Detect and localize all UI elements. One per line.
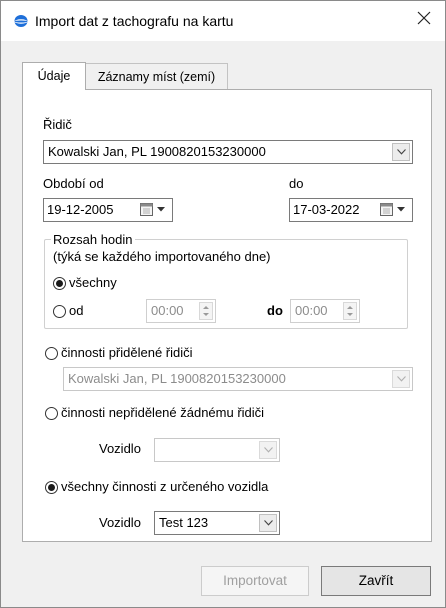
hours-from-value: 00:00 (151, 303, 184, 318)
hours-from-label: od (69, 303, 84, 318)
unassigned-vehicle-label: Vozidlo (99, 441, 141, 456)
vehicle-label: Vozidlo (99, 515, 141, 530)
assigned-activities-label: činnosti přidělené řidiči (61, 345, 193, 360)
app-icon (14, 14, 28, 31)
period-to-label: do (289, 176, 304, 191)
chevron-down-icon[interactable] (392, 143, 410, 161)
assigned-driver-select[interactable]: Kowalski Jan, PL 1900820153230000 (63, 367, 413, 391)
close-button-label: Zavřít (358, 573, 394, 588)
hours-to-spinner[interactable]: 00:00 (290, 299, 360, 323)
tab-places[interactable]: Záznamy míst (zemí) (86, 63, 228, 89)
window-title: Import dat z tachografu na kartu (35, 13, 234, 29)
tab-panel-data: Řidič Kowalski Jan, PL 1900820153230000 … (22, 89, 432, 542)
import-dialog: Import dat z tachografu na kartu Záznamy… (0, 0, 446, 608)
driver-select[interactable]: Kowalski Jan, PL 1900820153230000 (43, 140, 413, 164)
unassigned-activities-label: činnosti nepřidělené žádnému řidiči (61, 405, 265, 420)
assigned-driver-value: Kowalski Jan, PL 1900820153230000 (68, 371, 286, 386)
hours-to-value: 00:00 (295, 303, 328, 318)
unassigned-vehicle-select[interactable] (154, 438, 280, 462)
calendar-icon[interactable] (140, 203, 153, 216)
close-button[interactable]: Zavřít (321, 566, 431, 596)
hours-range-title: Rozsah hodin (51, 232, 135, 247)
unassigned-activities-radio[interactable] (45, 407, 58, 420)
dropdown-arrow-icon[interactable] (157, 207, 165, 212)
tab-data-label: Údaje (37, 69, 71, 83)
tab-places-label: Záznamy míst (zemí) (97, 70, 216, 84)
spinner-arrows-icon[interactable] (199, 302, 213, 320)
hours-range-subtitle: (týká se každého importovaného dne) (53, 249, 271, 264)
period-from-label: Období od (43, 176, 104, 191)
calendar-icon[interactable] (380, 203, 393, 216)
tab-data[interactable]: Údaje (22, 62, 86, 90)
hours-all-label: všechny (69, 275, 117, 290)
vehicle-activities-radio[interactable] (45, 481, 58, 494)
spinner-arrows-icon[interactable] (343, 302, 357, 320)
period-to-date[interactable]: 17-03-2022 (289, 198, 413, 222)
period-from-date[interactable]: 19-12-2005 (43, 198, 173, 222)
vehicle-select-value: Test 123 (159, 515, 209, 530)
driver-select-value: Kowalski Jan, PL 1900820153230000 (48, 144, 266, 159)
chevron-down-icon[interactable] (259, 514, 277, 532)
vehicle-activities-label: všechny činnosti z určeného vozidla (61, 479, 269, 494)
driver-label: Řidič (43, 117, 72, 132)
chevron-down-icon[interactable] (259, 441, 277, 459)
assigned-activities-radio[interactable] (45, 347, 58, 360)
chevron-down-icon[interactable] (392, 370, 410, 388)
title-bar: Import dat z tachografu na kartu (1, 1, 445, 41)
hours-to-label: do (267, 303, 283, 318)
vehicle-select[interactable]: Test 123 (154, 511, 280, 535)
hours-all-radio[interactable] (53, 277, 66, 290)
hours-from-spinner[interactable]: 00:00 (146, 299, 216, 323)
hours-from-radio[interactable] (53, 305, 66, 318)
period-to-value: 17-03-2022 (293, 202, 360, 217)
close-icon[interactable] (417, 9, 431, 29)
period-from-value: 19-12-2005 (47, 202, 114, 217)
import-button[interactable]: Importovat (201, 566, 309, 596)
dropdown-arrow-icon[interactable] (397, 207, 405, 212)
import-button-label: Importovat (223, 573, 287, 588)
